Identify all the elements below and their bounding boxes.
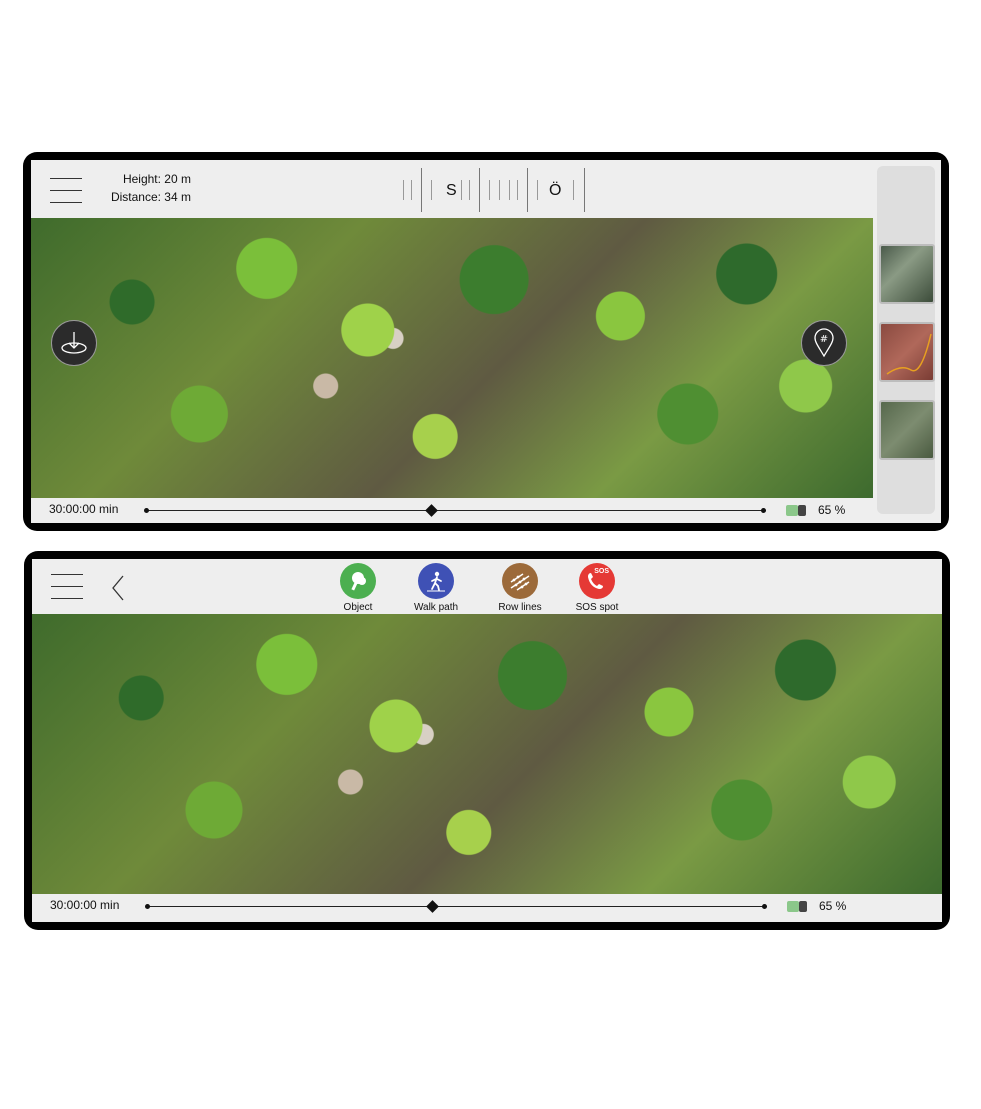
hashtag-pin-icon: # — [814, 328, 834, 358]
compass-letter-s: S — [446, 182, 457, 199]
map-thumbnail-hybrid[interactable] — [879, 400, 935, 460]
tablet-screen-top: Height: 20 m Distance: 34 m S Ö # 30:00:… — [31, 160, 941, 523]
menu-button[interactable] — [51, 574, 83, 610]
tree-icon — [351, 572, 366, 591]
download-icon — [61, 332, 87, 354]
height-readout: Height: 20 m — [122, 172, 191, 186]
download-button[interactable] — [51, 320, 97, 366]
map-layer-panel — [877, 166, 935, 514]
timeline-bar: 30:00:00 min 65 % — [31, 498, 873, 522]
timeline-start — [145, 904, 150, 909]
map-thumbnail-satellite[interactable] — [879, 244, 935, 304]
tablet-frame-bottom: Object Walk path Row lines SOS SOS spot … — [24, 551, 950, 930]
battery-percent: 65 % — [818, 503, 846, 517]
distance-readout: Distance: 34 m — [110, 190, 191, 204]
compass-letter-o: Ö — [549, 182, 562, 199]
battery-icon — [786, 505, 806, 516]
timeline-track[interactable] — [146, 510, 766, 511]
timeline-end — [761, 508, 766, 513]
map-thumbnail-terrain[interactable] — [879, 322, 935, 382]
battery-icon — [787, 901, 807, 912]
tool-walk-path[interactable]: Walk path — [406, 563, 466, 613]
location-tag-button[interactable]: # — [801, 320, 847, 366]
timeline-handle[interactable] — [426, 900, 440, 913]
tool-sos-spot-label: SOS spot — [575, 602, 619, 613]
tablet-screen-bottom: Object Walk path Row lines SOS SOS spot … — [32, 559, 942, 922]
tool-sos-spot[interactable]: SOS SOS spot — [567, 563, 627, 613]
row-lines-icon — [510, 573, 530, 591]
timeline-handle[interactable] — [425, 504, 439, 517]
menu-button[interactable] — [50, 178, 82, 214]
timeline-bar: 30:00:00 min 65 % — [32, 894, 942, 918]
duration-label: 30:00:00 min — [50, 898, 120, 912]
aerial-forest-view[interactable] — [31, 218, 873, 498]
aerial-forest-view[interactable] — [32, 614, 942, 894]
walker-icon — [427, 571, 445, 592]
tool-row-lines[interactable]: Row lines — [490, 563, 550, 613]
flight-info: Height: 20 m Distance: 34 m — [101, 170, 191, 206]
duration-label: 30:00:00 min — [49, 502, 119, 516]
tool-object[interactable]: Object — [328, 563, 388, 613]
back-chevron-icon[interactable] — [110, 574, 126, 602]
timeline-track[interactable] — [147, 906, 767, 907]
battery-percent: 65 % — [819, 899, 847, 913]
timeline-end — [762, 904, 767, 909]
timeline-start — [144, 508, 149, 513]
tablet-frame-top: Height: 20 m Distance: 34 m S Ö # 30:00:… — [23, 152, 949, 531]
sos-badge: SOS — [594, 568, 609, 575]
tool-object-label: Object — [343, 602, 373, 613]
tool-row-lines-label: Row lines — [498, 602, 542, 613]
tool-walk-path-label: Walk path — [413, 602, 459, 613]
svg-text:#: # — [820, 334, 828, 345]
compass-strip: S Ö — [401, 168, 591, 216]
